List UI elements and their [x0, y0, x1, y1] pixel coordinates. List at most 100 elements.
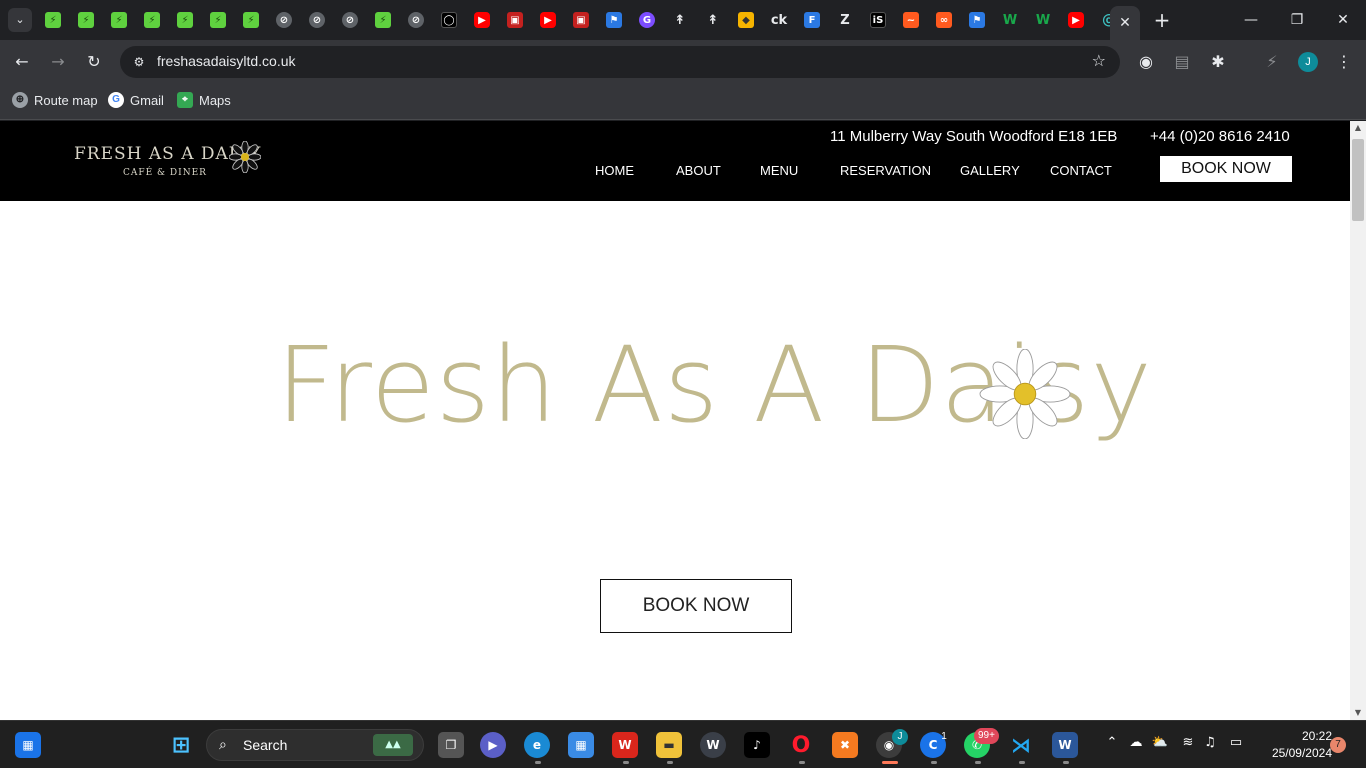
new-tab-button[interactable]: +	[1152, 8, 1172, 32]
browser-tab[interactable]: ▶	[533, 6, 563, 34]
browser-tab[interactable]: ⊘	[335, 6, 365, 34]
back-button[interactable]: ←	[10, 50, 34, 74]
file-explorer-icon[interactable]: ▬	[656, 732, 682, 758]
browser-tab[interactable]: ▶	[1061, 6, 1091, 34]
notification-badge[interactable]: 7	[1330, 737, 1346, 753]
course-icon: ◆	[738, 12, 754, 28]
browser-tab[interactable]: ▶	[467, 6, 497, 34]
bookmark-gmail[interactable]: G Gmail	[108, 92, 164, 108]
browser-tab[interactable]: G	[632, 6, 662, 34]
browser-tab[interactable]: ↟	[698, 6, 728, 34]
edge-icon[interactable]: e	[524, 732, 550, 758]
reload-button[interactable]: ↻	[82, 50, 106, 74]
tiktok-icon[interactable]: ♪	[744, 732, 770, 758]
grammarly-icon: G	[639, 12, 655, 28]
page-scrollbar[interactable]: ▲ ▼	[1350, 121, 1366, 720]
green-app-icon: ⚡	[78, 12, 94, 28]
browser-tab[interactable]: ▣	[500, 6, 530, 34]
volume-icon[interactable]: ♫	[1200, 735, 1220, 750]
extension-icon[interactable]: ◉	[1134, 50, 1158, 74]
browser-tab[interactable]: ⚡	[368, 6, 398, 34]
browser-tab[interactable]: Z	[830, 6, 860, 34]
close-tab-icon[interactable]: ✕	[1119, 15, 1131, 31]
browser-tab[interactable]: ⚡	[236, 6, 266, 34]
tab-manager-icon[interactable]: ▤	[1170, 50, 1194, 74]
header-phone[interactable]: +44 (0)20 8616 2410	[1150, 128, 1290, 145]
browser-tab[interactable]: ⊘	[302, 6, 332, 34]
onedrive-error-icon[interactable]: ☁	[1126, 735, 1146, 750]
tab-search-button[interactable]: ⌄	[8, 8, 32, 32]
browser-tab[interactable]: ⚡	[170, 6, 200, 34]
clock-time[interactable]: 20:22	[1272, 729, 1332, 743]
browser-tab[interactable]: F	[797, 6, 827, 34]
address-bar[interactable]: ⚙ freshasadaisyltd.co.uk ☆	[120, 46, 1120, 78]
site-info-icon[interactable]: ⚙	[130, 53, 148, 71]
browser-tab[interactable]: ◆	[731, 6, 761, 34]
scrollbar-thumb[interactable]	[1352, 139, 1364, 221]
browser-tab[interactable]: ⊘	[269, 6, 299, 34]
wps-office-icon[interactable]: W	[612, 732, 638, 758]
browser-tab[interactable]: ∞	[929, 6, 959, 34]
task-view-icon[interactable]: ❐	[438, 732, 464, 758]
browser-tab[interactable]: ⚡	[203, 6, 233, 34]
clock-date[interactable]: 25/09/2024	[1252, 746, 1332, 760]
bookmark-route-map[interactable]: ⊕ Route map	[12, 92, 98, 108]
battery-icon[interactable]: ▭	[1226, 735, 1246, 750]
opera-icon[interactable]: O	[788, 732, 814, 758]
browser-tab[interactable]: ⚑	[599, 6, 629, 34]
browser-tab[interactable]: ⚑	[962, 6, 992, 34]
xampp-icon[interactable]: ✖	[832, 732, 858, 758]
performance-icon[interactable]: ⚡	[1260, 50, 1284, 74]
browser-tab[interactable]: ⚡	[137, 6, 167, 34]
nav-reservation[interactable]: RESERVATION	[840, 163, 931, 178]
restore-button[interactable]: ❐	[1274, 6, 1320, 34]
minimize-button[interactable]: —	[1228, 6, 1274, 34]
hero-book-now-button[interactable]: BOOK NOW	[600, 579, 792, 633]
running-indicator	[623, 761, 629, 764]
browser-tab[interactable]: ⊘	[401, 6, 431, 34]
header-address: 11 Mulberry Way South Woodford E18 1EB	[830, 128, 1118, 145]
widgets-icon[interactable]: ▦	[15, 732, 41, 758]
chevron-up-icon[interactable]: ⌃	[1102, 735, 1122, 750]
browser-tab[interactable]: ⚡	[71, 6, 101, 34]
extensions-puzzle-icon[interactable]: ✱	[1206, 50, 1230, 74]
start-windows-icon[interactable]: ⊞	[168, 732, 194, 758]
nav-menu[interactable]: MENU	[760, 163, 798, 178]
bookmark-maps[interactable]: ⌖ Maps	[177, 92, 231, 108]
url-text[interactable]: freshasadaisyltd.co.uk	[157, 53, 296, 69]
browser-tab[interactable]: ⚡	[38, 6, 68, 34]
profile-avatar[interactable]: J	[1298, 52, 1318, 72]
browser-tab[interactable]: ▣	[566, 6, 596, 34]
store-icon[interactable]: ▦	[568, 732, 594, 758]
browser-tab[interactable]: ◯	[434, 6, 464, 34]
header-book-now-button[interactable]: BOOK NOW	[1160, 156, 1292, 182]
wifi-icon[interactable]: ≋	[1178, 735, 1198, 750]
active-tab[interactable]: ✕	[1110, 6, 1140, 40]
browser-tab[interactable]: W	[995, 6, 1025, 34]
nav-about[interactable]: ABOUT	[676, 163, 721, 178]
browser-tab[interactable]: ↟	[665, 6, 695, 34]
browser-tab[interactable]: iS	[863, 6, 893, 34]
browser-tab[interactable]: ck	[764, 6, 794, 34]
forward-button[interactable]: →	[46, 50, 70, 74]
bookmark-star-icon[interactable]: ☆	[1092, 51, 1106, 70]
close-window-button[interactable]: ✕	[1320, 6, 1366, 34]
cloud-sync-icon[interactable]: ⛅	[1150, 735, 1170, 750]
taskbar-search-box[interactable]: ⌕ Search ▲▲	[206, 729, 424, 761]
site-logo[interactable]: FRESH AS A DAISY CAFÉ & DINER	[74, 141, 264, 185]
link-icon: ∞	[936, 12, 952, 28]
scroll-down-icon[interactable]: ▼	[1350, 706, 1366, 720]
nav-gallery[interactable]: GALLERY	[960, 163, 1020, 178]
nav-contact[interactable]: CONTACT	[1050, 163, 1112, 178]
browser-tab[interactable]: W	[1028, 6, 1058, 34]
menu-kebab-icon[interactable]: ⋮	[1332, 50, 1356, 74]
nav-home[interactable]: HOME	[595, 163, 634, 178]
youtube-icon: ▶	[474, 12, 490, 28]
meet-icon[interactable]: ▶	[480, 732, 506, 758]
wordpress-icon[interactable]: W	[700, 732, 726, 758]
scroll-up-icon[interactable]: ▲	[1350, 121, 1366, 135]
word-icon[interactable]: W	[1052, 732, 1078, 758]
vscode-icon[interactable]: ⋊	[1008, 732, 1034, 758]
browser-tab[interactable]: ~	[896, 6, 926, 34]
browser-tab[interactable]: ⚡	[104, 6, 134, 34]
